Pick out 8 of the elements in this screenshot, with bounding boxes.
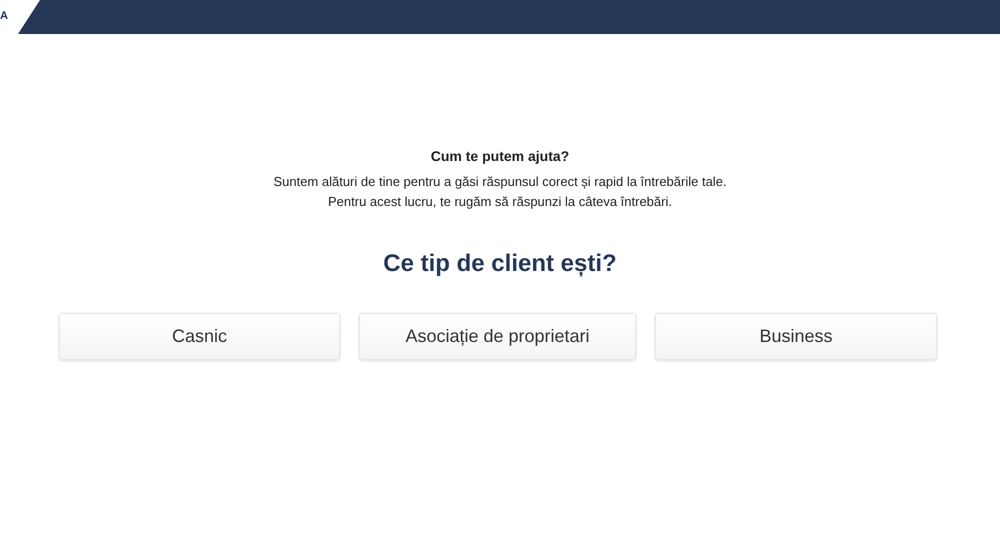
option-button[interactable]: Casnic (59, 313, 340, 360)
intro-text: Suntem alături de tine pentru a găsi răspunsul corect și rapid la întrebările tale. (273, 173, 727, 191)
option-button[interactable]: Asociație de proprietari (359, 313, 636, 360)
option-button[interactable]: Business (655, 313, 937, 360)
question-heading: Ce tip de client ești? (383, 249, 617, 279)
logo-text[interactable]: A (0, 0, 18, 34)
intro-text: Pentru acest lucru, te rugăm să răspunzi la câteva întrebări. (328, 193, 672, 211)
intro-title: Cum te putem ajuta? (430, 147, 570, 166)
